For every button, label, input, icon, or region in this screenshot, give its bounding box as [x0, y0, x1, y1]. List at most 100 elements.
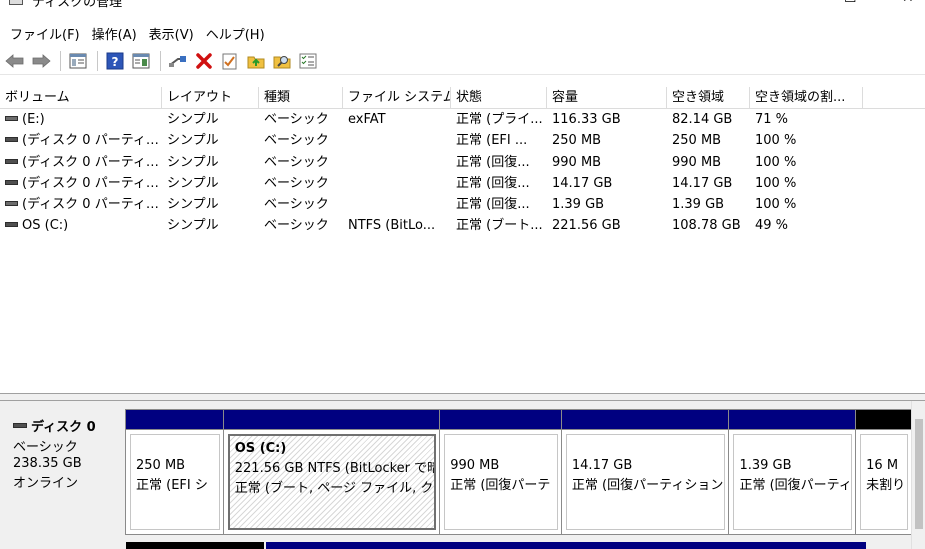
cell-volume: (E:)	[0, 109, 162, 130]
cell-type: ベーシック	[259, 173, 343, 194]
partition-type-bar	[729, 410, 856, 430]
menu-bar: ファイル(F) 操作(A) 表示(V) ヘルプ(H)	[0, 20, 925, 46]
column-header-status[interactable]: 状態	[451, 87, 547, 108]
cell-volume: (ディスク 0 パーティショ...	[0, 173, 162, 194]
column-header-free-space[interactable]: 空き領域	[667, 87, 750, 108]
forward-arrow-icon[interactable]	[30, 50, 52, 72]
status-text: 正常 (回復...	[456, 154, 530, 170]
delete-icon[interactable]	[193, 50, 215, 72]
partition-status: 正常 (ブート, ページ ファイル, クラッシ	[234, 481, 434, 496]
cell-volume: (ディスク 0 パーティショ...	[0, 194, 162, 215]
layout-text: シンプル	[167, 112, 219, 127]
cell-layout: シンプル	[162, 194, 259, 215]
cell-free-percent: 100 %	[750, 194, 863, 215]
help-icon[interactable]: ?	[104, 50, 126, 72]
disk-1-partition-bar[interactable]	[266, 542, 866, 549]
cell-status: 正常 (ブート...	[451, 215, 547, 236]
partition-info: OS (C:) 221.56 GB NTFS (BitLocker で暗 正常 (ブ…	[227, 434, 437, 530]
disk-0-label[interactable]: ディスク 0 ベーシック 238.35 GB オンライン	[0, 409, 124, 533]
volume-text: OS (C:)	[22, 218, 69, 234]
free-percent-text: 100 %	[755, 154, 797, 170]
folder-search-icon[interactable]	[271, 50, 293, 72]
table-row[interactable]: (ディスク 0 パーティショ... シンプル ベーシック 正常 (回復... 14.17…	[0, 173, 925, 194]
disk-map: ディスク 0 ベーシック 238.35 GB オンライン 250 MB 正常 (E…	[0, 401, 925, 549]
menu-view[interactable]: 表示(V)	[149, 24, 194, 43]
column-header-type[interactable]: 種類	[259, 87, 343, 108]
partition-block[interactable]: 14.17 GB 正常 (回復パーティション)	[561, 410, 730, 534]
cell-status: 正常 (回復...	[451, 152, 547, 173]
cell-free-percent: 100 %	[750, 130, 863, 151]
folder-up-icon[interactable]	[245, 50, 267, 72]
maximize-button[interactable]: ☐	[844, 0, 857, 6]
volume-list: ボリューム レイアウト 種類 ファイル システム 状態 容量 空き領域 空き領域…	[0, 87, 925, 395]
cell-free-percent: 49 %	[750, 215, 863, 236]
partition-block[interactable]: 16 M 未割り	[856, 410, 911, 534]
partition-info: 250 MB 正常 (EFI シ	[130, 434, 220, 530]
toolbar: ?	[0, 47, 925, 75]
cell-type: ベーシック	[259, 215, 343, 236]
close-button[interactable]: ✕	[902, 0, 914, 6]
volume-text: (ディスク 0 パーティショ...	[22, 154, 162, 170]
cell-free-space: 1.39 GB	[667, 194, 750, 215]
list-icon[interactable]	[297, 50, 319, 72]
table-row[interactable]: (ディスク 0 パーティショ... シンプル ベーシック 正常 (回復... 990 M…	[0, 152, 925, 173]
cell-status: 正常 (EFI ...	[451, 130, 547, 151]
cell-capacity: 116.33 GB	[547, 109, 667, 130]
volume-icon	[5, 179, 18, 185]
capacity-text: 990 MB	[552, 154, 602, 170]
cell-layout: シンプル	[162, 152, 259, 173]
volume-icon	[5, 158, 18, 164]
disk-size: 238.35 GB	[13, 456, 82, 471]
window-title: ディスクの管理	[32, 0, 123, 10]
table-row[interactable]: (E:) シンプル ベーシック exFAT 正常 (プライ... 116.33 GB 82.…	[0, 109, 925, 130]
column-header-layout[interactable]: レイアウト	[162, 87, 259, 108]
pane-splitter[interactable]	[0, 393, 925, 401]
menu-action[interactable]: 操作(A)	[92, 24, 137, 43]
back-arrow-icon[interactable]	[4, 50, 26, 72]
disk-1-row	[0, 536, 925, 549]
column-header-free-percent[interactable]: 空き領域の割...	[750, 87, 863, 108]
layout-text: シンプル	[167, 133, 219, 149]
toolbar-separator	[60, 50, 61, 71]
table-row[interactable]: OS (C:) シンプル ベーシック NTFS (BitLo... 正常 (ブート...…	[0, 215, 925, 236]
disk-1-unallocated-bar[interactable]	[126, 542, 264, 549]
cell-capacity: 990 MB	[547, 152, 667, 173]
column-header-volume[interactable]: ボリューム	[0, 87, 162, 108]
column-header-filesystem[interactable]: ファイル システム	[343, 87, 451, 108]
partition-type-bar	[440, 410, 561, 430]
menu-help[interactable]: ヘルプ(H)	[206, 24, 265, 43]
free-percent-text: 71 %	[755, 112, 789, 127]
cell-free-percent: 100 %	[750, 173, 863, 194]
type-text: ベーシック	[264, 218, 329, 234]
status-text: 正常 (回復...	[456, 197, 530, 213]
partition-block[interactable]: 990 MB 正常 (回復パーテ	[440, 410, 562, 534]
table-row[interactable]: (ディスク 0 パーティショ... シンプル ベーシック 正常 (回復... 1.39 …	[0, 194, 925, 215]
type-text: ベーシック	[264, 154, 329, 170]
cell-filesystem: NTFS (BitLo...	[343, 215, 451, 236]
properties-view-icon[interactable]	[130, 50, 152, 72]
partition-size: 250 MB	[136, 458, 186, 473]
partition-type-bar	[223, 410, 440, 430]
console-view-icon[interactable]	[67, 50, 89, 72]
cell-capacity: 14.17 GB	[547, 173, 667, 194]
cell-capacity: 1.39 GB	[547, 194, 667, 215]
disk-0-partitions: 250 MB 正常 (EFI シ OS (C:) 221.56 GB NTFS (Bi…	[125, 409, 912, 535]
cell-free-space: 990 MB	[667, 152, 750, 173]
check-icon[interactable]	[219, 50, 241, 72]
partition-block[interactable]: 1.39 GB 正常 (回復パーティ	[729, 410, 857, 534]
table-row[interactable]: (ディスク 0 パーティショ... シンプル ベーシック 正常 (EFI ... 250…	[0, 130, 925, 151]
partition-block[interactable]: 250 MB 正常 (EFI シ	[126, 410, 224, 534]
volume-icon	[5, 222, 18, 228]
cell-type: ベーシック	[259, 152, 343, 173]
cell-type: ベーシック	[259, 130, 343, 151]
menu-file[interactable]: ファイル(F)	[10, 24, 80, 43]
column-header-capacity[interactable]: 容量	[547, 87, 667, 108]
scrollbar-thumb[interactable]	[915, 419, 923, 529]
status-text: 正常 (ブート...	[456, 218, 543, 234]
type-text: ベーシック	[264, 197, 329, 213]
volume-text: (ディスク 0 パーティショ...	[22, 175, 162, 191]
connect-icon[interactable]	[167, 50, 189, 72]
partition-block[interactable]: OS (C:) 221.56 GB NTFS (BitLocker で暗 正常 (ブ…	[223, 410, 441, 534]
cell-free-space: 108.78 GB	[667, 215, 750, 236]
vertical-scrollbar[interactable]	[911, 401, 925, 549]
